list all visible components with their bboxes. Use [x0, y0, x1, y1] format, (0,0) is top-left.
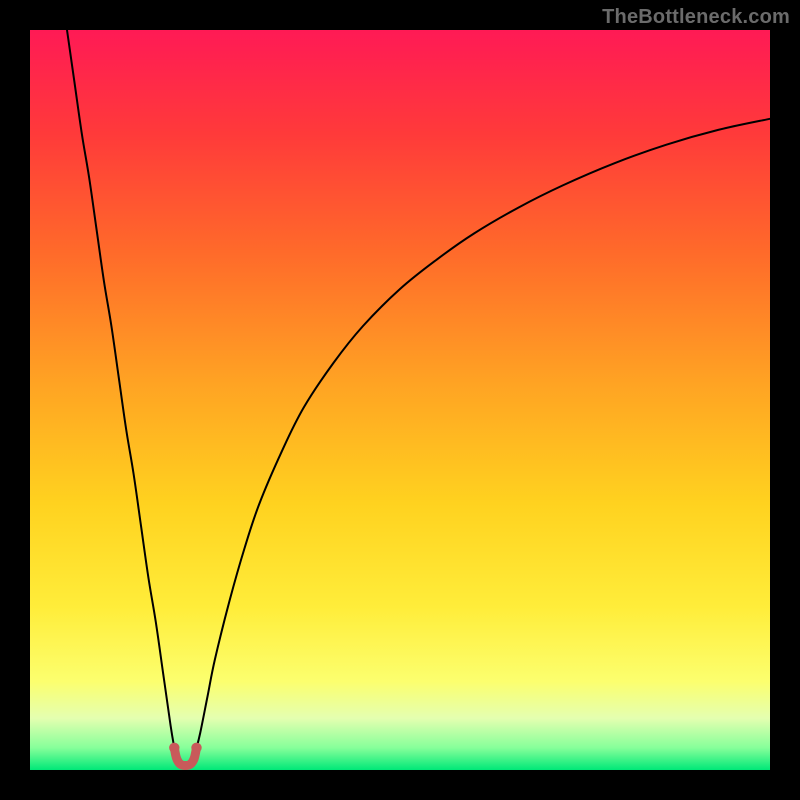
- chart-frame: TheBottleneck.com: [0, 0, 800, 800]
- bottleneck-u-marker-endcap-right: [191, 743, 201, 753]
- curve-left-branch: [67, 30, 174, 748]
- bottleneck-u-marker-endcap-left: [169, 743, 179, 753]
- curve-right-branch: [197, 119, 771, 748]
- bottleneck-chart: [30, 30, 770, 770]
- watermark-label: TheBottleneck.com: [602, 6, 790, 29]
- chart-canvas: [30, 30, 770, 770]
